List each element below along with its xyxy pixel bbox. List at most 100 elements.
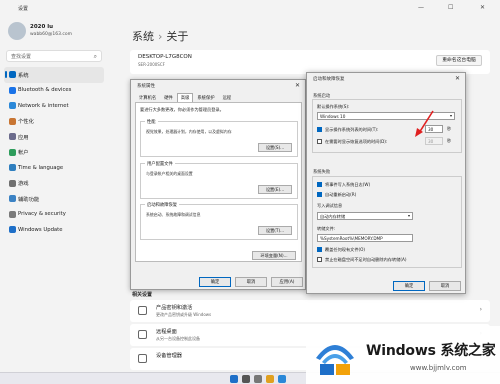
chevron-right-icon: › [479,306,482,313]
sidebar-item[interactable]: Privacy & security [4,207,104,223]
watermark-site: www.bjjmlv.com [410,364,467,372]
page-title: 关于 [166,30,189,43]
cancel-button[interactable]: 取消 [235,277,267,287]
sidebar-item[interactable]: Bluetooth & devices [4,83,104,99]
group-description: 与登录帐户相关的桌面设置 [146,171,193,176]
nav-icon [9,164,16,171]
start-icon[interactable] [230,375,238,383]
sidebar-item[interactable]: Time & language [4,160,104,176]
sidebar-item-label: Privacy & security [18,211,66,218]
nav-icon [9,102,16,109]
sidebar-item[interactable]: 个性化 [4,114,104,130]
write-event-checkbox[interactable] [317,182,322,187]
related-setting-card[interactable]: 产品密钥和激活 更改产品密钥或升级 Windows › [130,300,490,322]
device-card: DESKTOP-L7G8CON SER-2000SCF 重命名这台电脑 [130,50,490,74]
search-placeholder: 查找设置 [11,54,32,60]
sidebar-item-label: 应用 [18,134,29,141]
file-explorer-icon[interactable] [266,375,274,383]
admin-note: 要进行大多数更改，你必须作为管理员登录。 [140,107,224,112]
rename-pc-button[interactable]: 重命名这台电脑 [436,55,482,66]
show-os-list-label: 显示操作系统列表的时间(T): [325,127,379,132]
search-icon: ⌕ [93,53,97,60]
maximize-button[interactable]: ☐ [448,4,453,11]
system-failure-heading: 系统失败 [313,170,331,175]
setting-icon [138,306,147,315]
search-input[interactable]: 查找设置 ⌕ [6,50,102,62]
device-name: DESKTOP-L7G8CON [138,54,192,60]
close-icon[interactable]: ✕ [295,82,300,89]
dialog-title: 系统属性 [137,84,155,89]
chevron-down-icon: ▾ [449,113,452,118]
sidebar-item[interactable]: 帐户 [4,145,104,161]
group-settings-button[interactable]: 设置(S)... [258,143,292,152]
breadcrumb-parent[interactable]: 系统 [132,30,154,43]
dump-file-input[interactable]: %SystemRoot%\MEMORY.DMP [317,234,413,242]
sidebar-item-label: 个性化 [18,119,34,126]
disable-auto-delete-label: 禁止在磁盘空间不足时自动删除内存转储(A) [325,257,407,262]
ok-button[interactable]: 确定 [393,281,425,291]
seconds-unit: 秒 [447,126,452,131]
related-settings-heading: 相关设置 [132,292,153,298]
task-view-icon[interactable] [254,375,262,383]
tab[interactable]: 远程 [219,93,236,102]
environment-variables-button[interactable]: 环境变量(N)... [252,251,296,260]
nav-icon [9,71,16,78]
annotation-arrow [415,110,434,137]
sidebar-item[interactable]: 系统 [4,67,104,83]
setting-icon [138,354,147,363]
close-button[interactable]: ✕ [480,4,485,11]
group-title: 性能 [145,119,158,125]
group-settings-button[interactable]: 设置(T)... [258,226,292,235]
settings-group: 性能视觉效果，处理器计划，内存使用，以及虚拟内存设置(S)... [140,119,298,157]
dump-file-label: 转储文件: [317,226,336,231]
ok-button[interactable]: 确定 [199,277,231,287]
system-startup-group: 默认操作系统(S): Windows 10 ▾ 显示操作系统列表的时间(T): … [312,99,462,153]
disable-auto-delete-checkbox[interactable] [317,257,322,262]
overwrite-label: 覆盖任何现有文件(O) [325,247,366,252]
debug-info-label: 写入调试信息 [317,203,343,208]
sidebar-item[interactable]: Windows Update [4,222,104,238]
show-os-list-checkbox[interactable] [317,127,322,132]
sidebar-item-label: Bluetooth & devices [18,87,72,94]
nav-icon [9,226,16,233]
sidebar-item-label: 系统 [18,72,29,79]
window-title: 设置 [18,6,29,12]
minimize-button[interactable]: — [418,4,424,11]
group-settings-button[interactable]: 设置(E)... [258,185,292,194]
tab-strip: 计算机名 硬件 高级 系统保护 远程 [135,93,235,102]
setting-title: 产品密钥和激活 [156,305,193,311]
close-icon[interactable]: ✕ [455,75,460,82]
overwrite-checkbox[interactable] [317,247,322,252]
debug-info-select[interactable]: 自动内存转储 ▾ [317,212,413,220]
group-description: 视觉效果，处理器计划，内存使用，以及虚拟内存 [146,129,232,134]
startup-recovery-dialog: 启动和故障恢复 ✕ 系统启动 默认操作系统(S): Windows 10 ▾ 显… [306,72,466,294]
nav-icon [9,148,16,156]
tab[interactable]: 系统保护 [193,93,218,102]
sidebar-nav: 系统 Bluetooth & devices Network & internet 个… [4,67,104,238]
auto-restart-checkbox[interactable] [317,192,322,197]
edge-icon[interactable] [278,375,286,383]
tab[interactable]: 硬件 [160,93,177,102]
avatar [8,22,26,40]
cancel-button[interactable]: 取消 [429,281,461,291]
setting-title: 设备管理器 [156,353,182,359]
sidebar-item[interactable]: 应用 [4,129,104,145]
tab[interactable]: 计算机名 [135,93,160,102]
auto-restart-label: 自动重新启动(R) [325,192,357,197]
recovery-options-checkbox[interactable] [317,139,322,144]
seconds-unit: 秒 [447,138,452,143]
sidebar-item[interactable]: Network & internet [4,98,104,114]
apply-button[interactable]: 应用(A) [271,277,303,287]
default-os-value: Windows 10 [320,114,346,119]
sidebar-item[interactable]: 辅助功能 [4,191,104,207]
settings-group: 用户配置文件与登录帐户相关的桌面设置设置(E)... [140,161,298,199]
chevron-down-icon: ▾ [407,213,410,218]
watermark-title: Windows 系统之家 [366,343,496,359]
recovery-options-label: 在需要时显示恢复选项的时间(D): [325,139,388,144]
tab[interactable]: 高级 [176,93,194,102]
user-profile[interactable]: 2020 lu wabb60@163.com [8,22,72,44]
group-title: 用户配置文件 [145,161,175,167]
sidebar-item-label: Network & internet [18,102,69,109]
sidebar-item[interactable]: 游戏 [4,176,104,192]
search-icon[interactable] [242,375,250,383]
